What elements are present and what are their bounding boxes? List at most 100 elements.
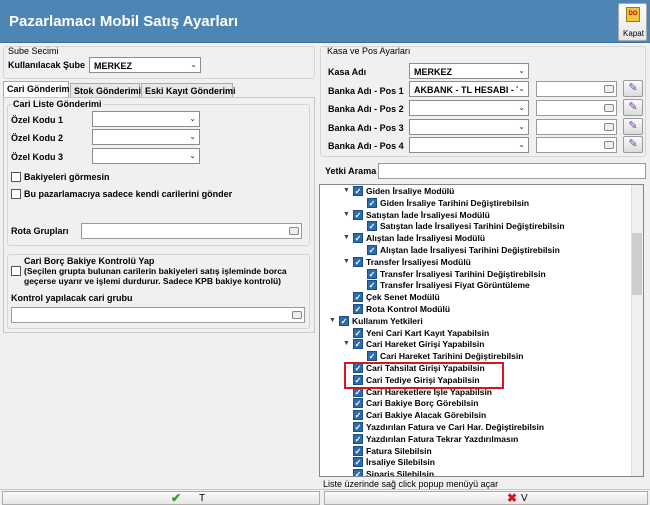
tree-checkbox[interactable]: ✓ bbox=[353, 398, 363, 409]
banka-pos-2-select[interactable]: ⌄ bbox=[409, 100, 529, 116]
tree-item[interactable]: ✓ Fatura Silebilsin bbox=[320, 445, 631, 458]
tree-item[interactable]: ▼ ✓ Satıştan İade İrsaliyesi Modülü bbox=[320, 209, 631, 222]
tree-checkbox[interactable]: ✓ bbox=[353, 433, 363, 444]
banka-pos-3-field[interactable] bbox=[536, 119, 617, 135]
tree-item[interactable]: ✓ Sipariş Silebilsin bbox=[320, 469, 631, 476]
expand-arrow-icon[interactable]: ▼ bbox=[328, 317, 337, 326]
lookup-icon[interactable] bbox=[604, 123, 614, 131]
kontrol-grubu-field[interactable] bbox=[11, 307, 305, 323]
expand-arrow-icon[interactable]: ▼ bbox=[342, 258, 351, 267]
tree-checkbox[interactable]: ✓ bbox=[353, 445, 363, 456]
tree-checkbox[interactable]: ✓ bbox=[367, 280, 377, 291]
tree-item[interactable]: ✓ Satıştan İade İrsaliyesi Tarihini Değiş… bbox=[320, 221, 631, 233]
tree-item[interactable]: ✓ Transfer İrsaliyesi Fiyat Görüntüleme bbox=[320, 280, 631, 292]
edit-pen-icon[interactable]: ✎ bbox=[623, 99, 643, 116]
tree-item[interactable]: ✓ Transfer İrsaliyesi Tarihini Değiştireb… bbox=[320, 268, 631, 281]
tree-item[interactable]: ✓ Yeni Cari Kart Kayıt Yapabilsin bbox=[320, 327, 631, 340]
lookup-icon[interactable] bbox=[289, 227, 299, 235]
tree-checkbox[interactable]: ✓ bbox=[353, 469, 363, 476]
kendi-carileri-label: Bu pazarlamacıya sadece kendi carilerini… bbox=[24, 189, 233, 199]
kontrol-grubu-label: Kontrol yapılacak cari grubu bbox=[11, 293, 133, 303]
tree-item-label: Cari Bakiye Alacak Görebilsin bbox=[366, 410, 487, 421]
ok-button[interactable]: ✔ T bbox=[2, 491, 320, 505]
banka-pos-4-label: Banka Adı - Pos 4 bbox=[328, 141, 404, 151]
tree-item[interactable]: ✓ Yazdırılan Fatura Tekrar Yazdırılmasın bbox=[320, 433, 631, 446]
expand-arrow-icon[interactable]: ▼ bbox=[342, 187, 351, 196]
expand-arrow-icon[interactable]: ▼ bbox=[342, 211, 351, 220]
ozel-kodu-3-select[interactable]: ⌄ bbox=[92, 148, 200, 164]
check-icon: ✔ bbox=[171, 491, 182, 505]
tree-scrollbar[interactable] bbox=[631, 185, 643, 476]
tree-item[interactable]: ✓ Alıştan İade İrsaliyesi Tarihini Değişt… bbox=[320, 245, 631, 257]
tree-checkbox[interactable]: ✓ bbox=[353, 339, 363, 350]
tree-item[interactable]: ✓ Cari Bakiye Borç Görebilsin bbox=[320, 398, 631, 410]
tree-item[interactable]: ✓ İrsaliye Silebilsin bbox=[320, 457, 631, 469]
tree-checkbox[interactable]: ✓ bbox=[367, 197, 377, 208]
scrollbar-thumb[interactable] bbox=[632, 233, 642, 295]
tree-item-label: Yazdırılan Fatura ve Cari Har. Değiştire… bbox=[366, 422, 545, 432]
ozel-kodu-3-label: Özel Kodu 3 bbox=[11, 152, 64, 162]
tree-checkbox[interactable]: ✓ bbox=[367, 351, 377, 362]
edit-pen-icon[interactable]: ✎ bbox=[623, 118, 643, 135]
tab-cari-gonderimi[interactable]: Cari Gönderimi bbox=[3, 81, 72, 98]
chevron-down-icon: ⌄ bbox=[518, 140, 525, 149]
tree-item[interactable]: ✓ Çek Senet Modülü bbox=[320, 292, 631, 304]
tree-checkbox[interactable]: ✓ bbox=[353, 186, 363, 196]
banka-pos-1-value: AKBANK - TL HESABI - T bbox=[414, 85, 522, 95]
tree-checkbox[interactable]: ✓ bbox=[353, 410, 363, 421]
tree-checkbox[interactable]: ✓ bbox=[353, 256, 363, 267]
sube-select[interactable]: MERKEZ ⌄ bbox=[89, 57, 201, 73]
expand-arrow-icon[interactable]: ▼ bbox=[342, 234, 351, 243]
tree-checkbox[interactable]: ✓ bbox=[367, 245, 377, 255]
banka-pos-1-select[interactable]: AKBANK - TL HESABI - T ⌄ bbox=[409, 81, 529, 97]
tree-item[interactable]: ▼ ✓ Alıştan İade İrsaliyesi Modülü bbox=[320, 233, 631, 245]
close-button[interactable]: DO Kapat bbox=[618, 3, 647, 41]
lookup-icon[interactable] bbox=[604, 85, 614, 93]
kasa-adi-select[interactable]: MERKEZ ⌄ bbox=[409, 63, 529, 79]
borc-kontrol-checkbox[interactable] bbox=[11, 266, 21, 276]
sube-value: MERKEZ bbox=[94, 61, 132, 71]
tab-eski-kayit-gonderimi[interactable]: Eski Kayıt Gönderimi bbox=[141, 83, 236, 98]
tree-checkbox[interactable]: ✓ bbox=[367, 268, 377, 279]
expand-arrow-icon[interactable]: ▼ bbox=[342, 340, 351, 349]
tree-item-label: Cari Bakiye Borç Görebilsin bbox=[366, 398, 479, 409]
ozel-kodu-2-select[interactable]: ⌄ bbox=[92, 129, 200, 145]
tree-checkbox[interactable]: ✓ bbox=[339, 315, 349, 326]
tree-checkbox[interactable]: ✓ bbox=[353, 209, 363, 220]
tree-checkbox[interactable]: ✓ bbox=[353, 233, 363, 244]
banka-pos-3-select[interactable]: ⌄ bbox=[409, 119, 529, 135]
banka-pos-1-field[interactable] bbox=[536, 81, 617, 97]
tree-item[interactable]: ▼ ✓ Giden İrsaliye Modülü bbox=[320, 186, 631, 198]
edit-pen-icon[interactable]: ✎ bbox=[623, 136, 643, 153]
edit-pen-icon[interactable]: ✎ bbox=[623, 80, 643, 97]
tree-item[interactable]: ▼ ✓ Transfer İrsaliyesi Modülü bbox=[320, 256, 631, 269]
banka-pos-4-field[interactable] bbox=[536, 137, 617, 153]
tab-stok-gonderimi[interactable]: Stok Gönderimi bbox=[70, 83, 141, 98]
tree-checkbox[interactable]: ✓ bbox=[367, 221, 377, 232]
tree-checkbox[interactable]: ✓ bbox=[353, 292, 363, 303]
tree-item[interactable]: ✓ Giden İrsaliye Tarihini Değiştirebilsin bbox=[320, 197, 631, 210]
tree-checkbox[interactable]: ✓ bbox=[353, 304, 363, 314]
bakiye-gormesin-checkbox[interactable] bbox=[11, 172, 21, 182]
banka-pos-2-field[interactable] bbox=[536, 100, 617, 116]
tree-item[interactable]: ✓ Rota Kontrol Modülü bbox=[320, 304, 631, 316]
ozel-kodu-1-select[interactable]: ⌄ bbox=[92, 111, 200, 127]
tree-item[interactable]: ▼ ✓ Kullanım Yetkileri bbox=[320, 315, 631, 328]
cancel-button[interactable]: ✖ V bbox=[324, 491, 648, 505]
tree-item[interactable]: ✓ Yazdırılan Fatura ve Cari Har. Değiştir… bbox=[320, 422, 631, 434]
yetki-arama-input[interactable] bbox=[378, 163, 646, 179]
tree-item-label: Yeni Cari Kart Kayıt Yapabilsin bbox=[366, 327, 490, 338]
lookup-icon[interactable] bbox=[604, 104, 614, 112]
lookup-icon[interactable] bbox=[604, 141, 614, 149]
tree-checkbox[interactable]: ✓ bbox=[353, 422, 363, 432]
permission-tree[interactable]: ▼ ✓ Giden İrsaliye Modülü ✓ Giden İrsaliye T… bbox=[319, 184, 644, 477]
banka-pos-4-select[interactable]: ⌄ bbox=[409, 137, 529, 153]
tree-checkbox[interactable]: ✓ bbox=[353, 457, 363, 468]
tree-checkbox[interactable]: ✓ bbox=[353, 327, 363, 338]
kendi-carileri-checkbox[interactable] bbox=[11, 189, 21, 199]
tree-item[interactable]: ✓ Cari Bakiye Alacak Görebilsin bbox=[320, 410, 631, 422]
rota-gruplari-field[interactable] bbox=[81, 223, 302, 239]
tree-item[interactable]: ▼ ✓ Cari Hareket Girişi Yapabilsin bbox=[320, 339, 631, 351]
lookup-icon[interactable] bbox=[292, 311, 302, 319]
sube-group-title: Sube Secimi bbox=[8, 46, 59, 56]
